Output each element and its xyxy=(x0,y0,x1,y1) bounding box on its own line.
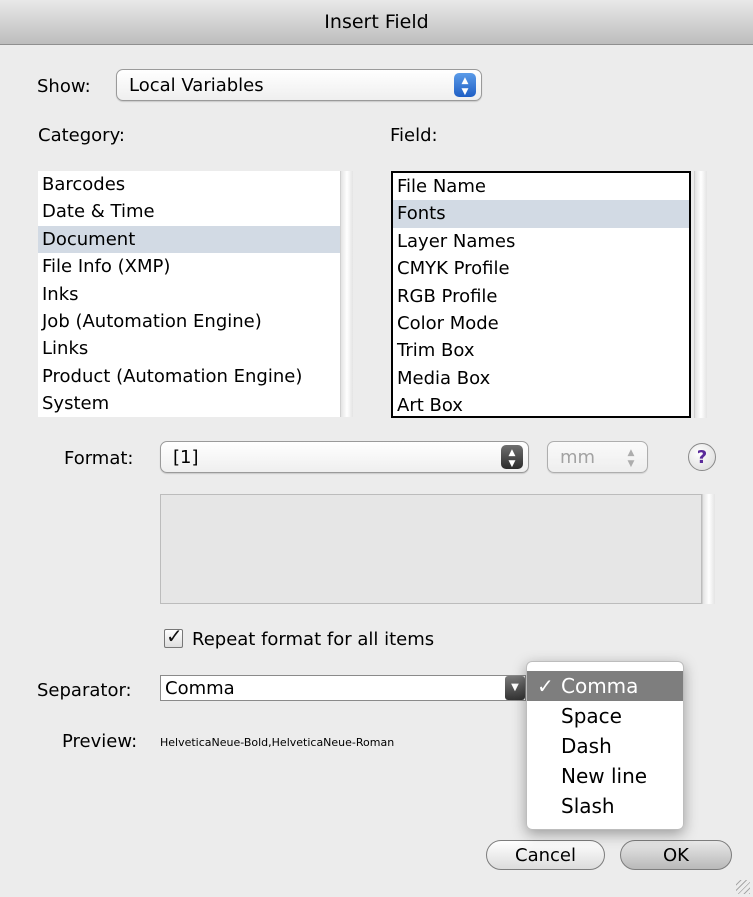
category-item-date-time[interactable]: Date & Time xyxy=(38,198,340,225)
field-item-art-box[interactable]: Art Box xyxy=(393,392,689,419)
category-item-document[interactable]: Document xyxy=(38,225,340,254)
category-item-inks[interactable]: Inks xyxy=(38,281,340,308)
category-item-system[interactable]: System xyxy=(38,390,340,417)
window-title-bar: Insert Field xyxy=(0,0,753,45)
menu-item-slash[interactable]: Slash xyxy=(527,791,683,821)
preview-label: Preview: xyxy=(62,731,138,752)
separator-menu: ✓ Comma Space Dash New line Slash xyxy=(526,661,684,830)
show-popup[interactable]: Local Variables ▲ ▼ xyxy=(116,69,482,101)
format-stepper-icon: ▲ ▼ xyxy=(501,445,523,469)
repeat-label[interactable]: Repeat format for all items xyxy=(192,629,434,650)
category-item-job[interactable]: Job (Automation Engine) xyxy=(38,308,340,335)
unit-stepper-icon: ▲ ▼ xyxy=(627,448,635,469)
chevron-down-icon: ▼ xyxy=(511,682,519,693)
unit-popup-value: mm xyxy=(560,447,596,468)
separator-label: Separator: xyxy=(37,680,132,701)
category-item-links[interactable]: Links xyxy=(38,335,340,362)
show-popup-value: Local Variables xyxy=(129,75,264,96)
check-icon: ✓ xyxy=(537,674,554,698)
category-label: Category: xyxy=(38,125,125,146)
format-text-area[interactable] xyxy=(160,494,702,604)
field-scrollbar[interactable] xyxy=(694,171,707,418)
category-item-barcodes[interactable]: Barcodes xyxy=(38,171,340,198)
category-scrollbar[interactable] xyxy=(340,171,353,417)
window-title: Insert Field xyxy=(324,11,429,33)
separator-dropdown-button[interactable]: ▼ xyxy=(505,676,525,700)
field-list[interactable]: File Name Fonts Layer Names CMYK Profile… xyxy=(391,171,691,418)
menu-item-comma[interactable]: ✓ Comma xyxy=(527,671,683,701)
format-popup-value: [1] xyxy=(173,447,199,468)
format-label: Format: xyxy=(64,448,134,469)
separator-combo-value: Comma xyxy=(165,678,235,699)
menu-item-comma-label: Comma xyxy=(561,674,639,698)
preview-value: HelveticaNeue-Bold,HelveticaNeue-Roman xyxy=(160,736,395,749)
field-item-cmyk-profile[interactable]: CMYK Profile xyxy=(393,255,689,282)
field-item-rgb-profile[interactable]: RGB Profile xyxy=(393,283,689,310)
menu-item-space[interactable]: Space xyxy=(527,701,683,731)
category-list[interactable]: Barcodes Date & Time Document File Info … xyxy=(38,171,340,417)
menu-item-new-line[interactable]: New line xyxy=(527,761,683,791)
help-icon: ? xyxy=(696,447,708,468)
field-item-trim-box[interactable]: Trim Box xyxy=(393,337,689,364)
unit-popup[interactable]: mm ▲ ▼ xyxy=(547,441,648,473)
resize-grip-icon[interactable] xyxy=(736,880,750,894)
field-item-file-name[interactable]: File Name xyxy=(393,173,689,200)
show-label: Show: xyxy=(37,76,91,97)
help-button[interactable]: ? xyxy=(688,443,716,471)
category-item-product[interactable]: Product (Automation Engine) xyxy=(38,363,340,390)
cancel-button[interactable]: Cancel xyxy=(486,840,605,870)
show-stepper-icon: ▲ ▼ xyxy=(454,73,476,97)
field-item-fonts[interactable]: Fonts xyxy=(393,200,689,228)
field-item-color-mode[interactable]: Color Mode xyxy=(393,310,689,337)
field-item-media-box[interactable]: Media Box xyxy=(393,365,689,392)
field-item-layer-names[interactable]: Layer Names xyxy=(393,228,689,255)
repeat-checkbox[interactable]: ✓ xyxy=(164,624,183,648)
field-label: Field: xyxy=(390,125,438,146)
format-popup[interactable]: [1] ▲ ▼ xyxy=(160,441,529,473)
separator-combo-field[interactable]: Comma xyxy=(160,675,526,701)
ok-button[interactable]: OK xyxy=(620,840,732,870)
menu-item-dash[interactable]: Dash xyxy=(527,731,683,761)
checkmark-icon: ✓ xyxy=(166,624,183,648)
category-item-file-info[interactable]: File Info (XMP) xyxy=(38,253,340,280)
format-text-scrollbar[interactable] xyxy=(702,494,715,604)
